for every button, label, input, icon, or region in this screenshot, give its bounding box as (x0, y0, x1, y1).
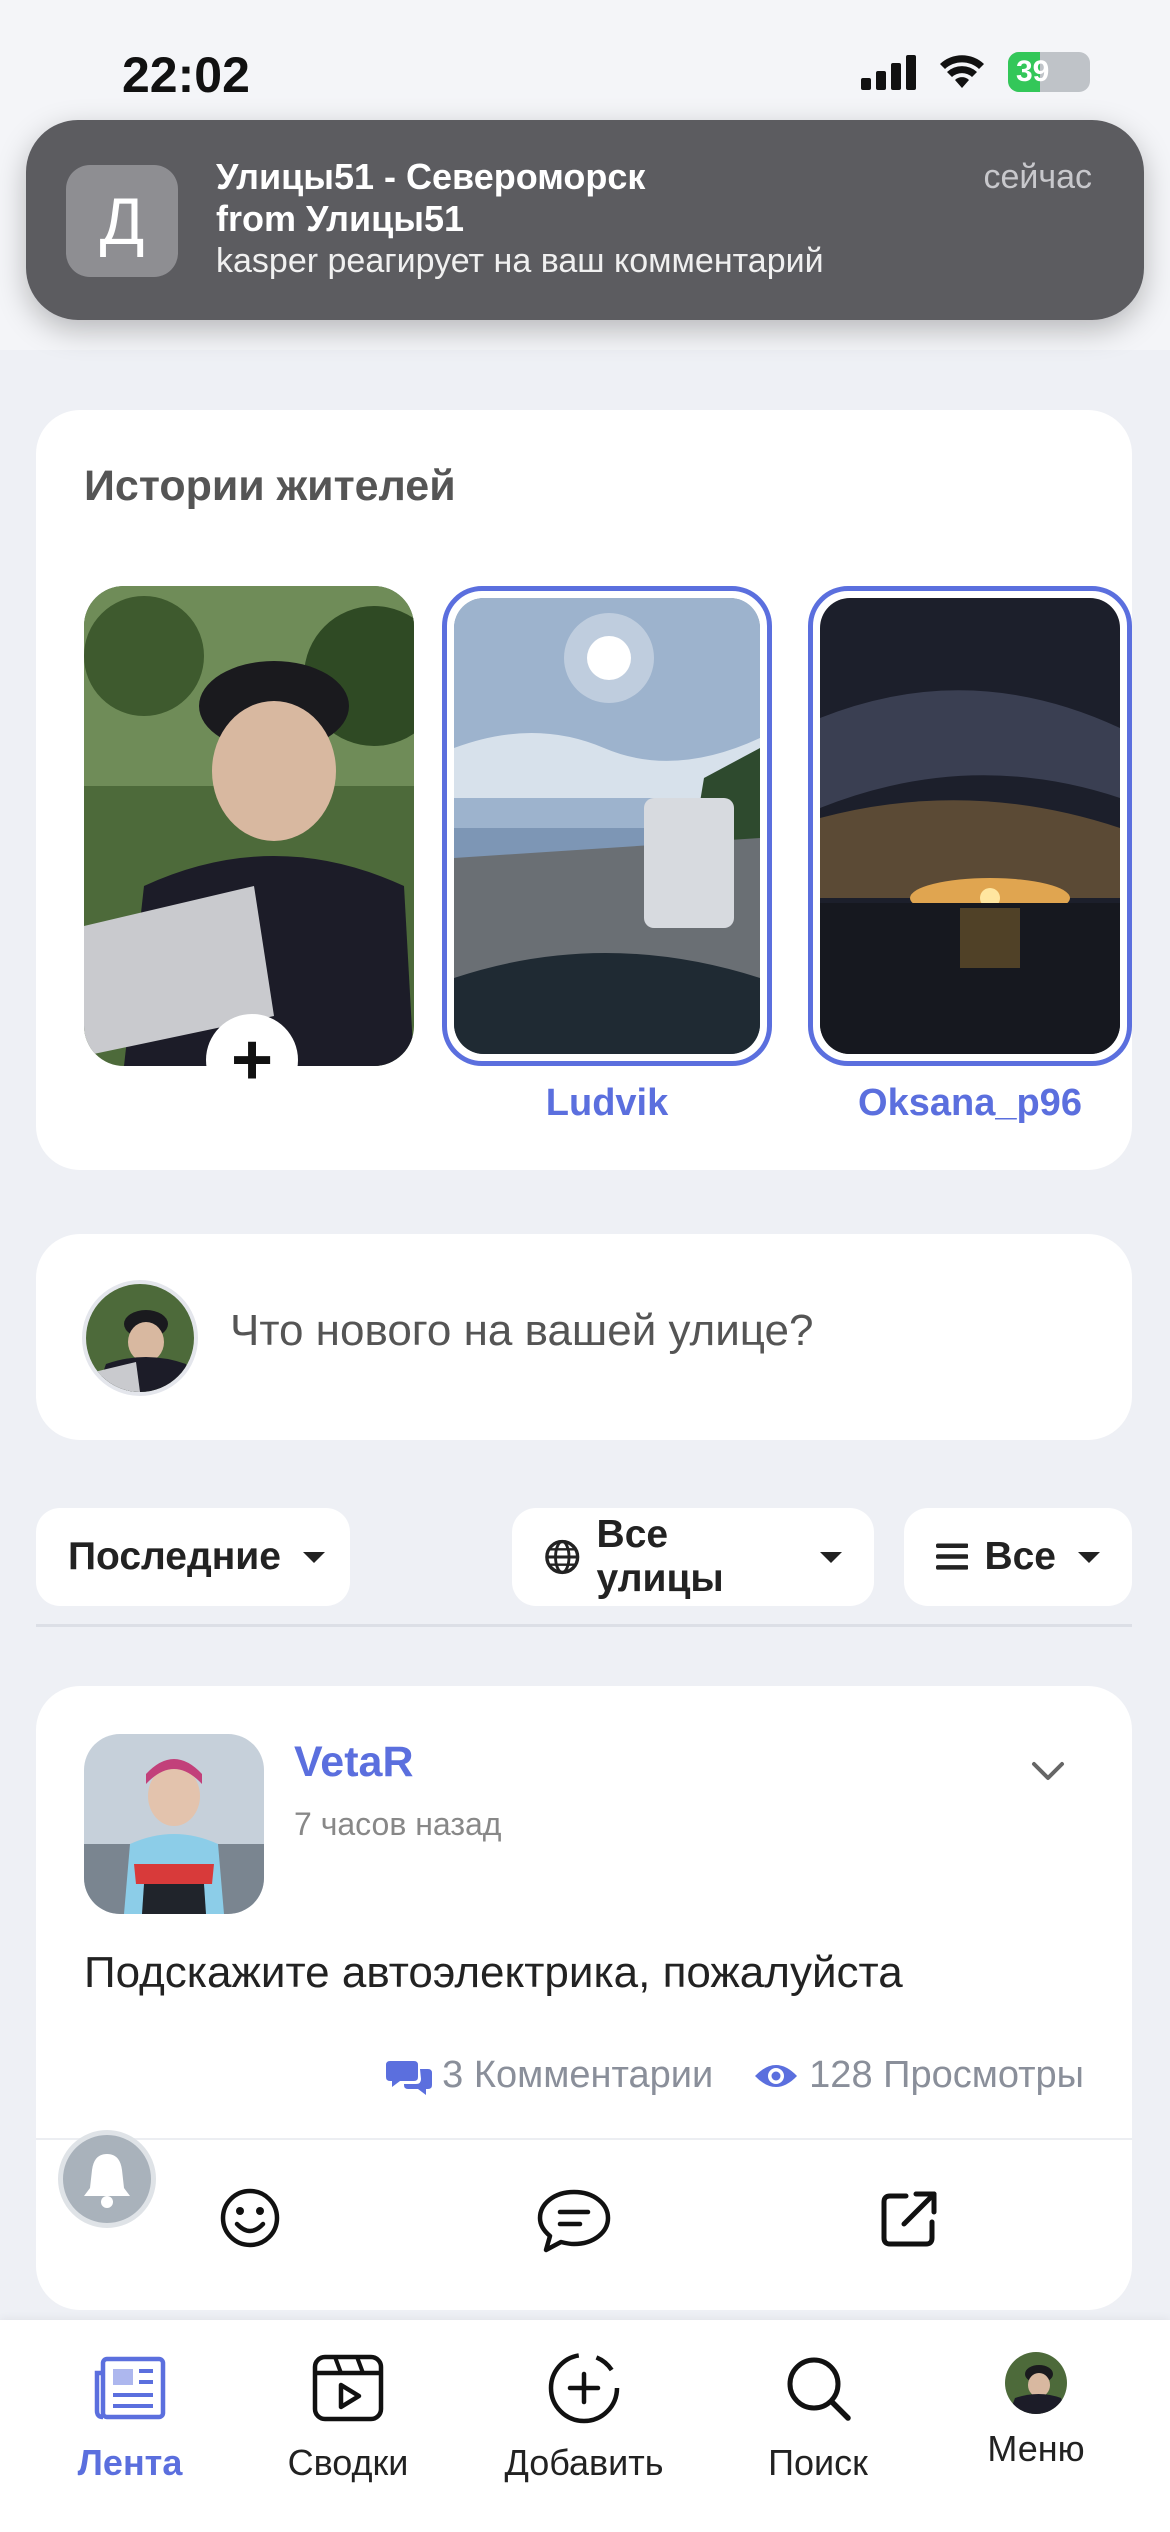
reaction-smile-icon[interactable] (218, 2186, 282, 2250)
search-icon (778, 2348, 858, 2428)
globe-icon (545, 1539, 580, 1575)
composer-placeholder[interactable]: Что нового на вашей улице? (230, 1306, 813, 1356)
post-author-avatar[interactable] (84, 1734, 264, 1914)
tab-search-label: Поиск (768, 2442, 868, 2483)
story-ludvik[interactable] (442, 586, 772, 1066)
post-stats: 3 Комментарии 128 Просмотры (386, 2054, 1084, 2097)
floating-notifications-button[interactable] (58, 2130, 156, 2228)
share-icon[interactable] (878, 2186, 942, 2250)
type-filter-dropdown[interactable]: Все (904, 1508, 1132, 1606)
bell-icon (84, 2154, 130, 2208)
sort-filter-dropdown[interactable]: Последние (36, 1508, 350, 1606)
post-timestamp: 7 часов назад (294, 1806, 502, 1842)
notification-app-icon: Д (66, 165, 178, 277)
add-circle-icon (544, 2348, 624, 2428)
tab-search[interactable]: Поиск (718, 2348, 918, 2484)
type-filter-label: Все (984, 1535, 1056, 1578)
own-story-photo[interactable] (84, 586, 414, 1066)
stories-card: Истории жителей + Ludvik Oksana_p96 (36, 410, 1132, 1170)
post-actions-divider (36, 2138, 1132, 2140)
newspaper-icon (90, 2348, 170, 2428)
add-story-button[interactable]: + (206, 1014, 298, 1106)
tab-menu[interactable]: Меню (936, 2340, 1136, 2470)
notification-time: сейчас (983, 158, 1092, 196)
cellular-signal-icon (861, 54, 916, 90)
caret-down-icon (1078, 1551, 1100, 1563)
menu-avatar (1005, 2352, 1067, 2414)
list-icon (936, 1543, 969, 1570)
bottom-tab-bar: Лента Сводки Добавить Поиск Меню (0, 2320, 1170, 2532)
video-clip-icon (308, 2348, 388, 2428)
story-photo-ludvik (454, 598, 760, 1054)
comments-icon (386, 2060, 433, 2095)
tab-feed-label: Лента (77, 2442, 183, 2483)
user-avatar (82, 1280, 198, 1396)
streets-filter-label: Все улицы (596, 1513, 724, 1600)
chevron-down-icon[interactable] (1028, 1752, 1068, 1792)
views-count: 128 Просмотры (753, 2054, 1084, 2097)
tab-summaries[interactable]: Сводки (248, 2348, 448, 2484)
story-name-ludvik[interactable]: Ludvik (442, 1082, 772, 1125)
notification-subtitle: from Улицы51 (216, 198, 465, 239)
story-oksana[interactable] (808, 586, 1132, 1066)
push-notification[interactable]: Д Улицы51 - Североморск from Улицы51 kas… (26, 120, 1144, 320)
post-composer[interactable]: Что нового на вашей улице? (36, 1234, 1132, 1440)
story-photo-oksana (820, 598, 1120, 1054)
comments-label: 3 Комментарии (442, 2054, 714, 2096)
comments-count[interactable]: 3 Комментарии (386, 2054, 713, 2097)
status-time: 22:02 (122, 47, 250, 103)
tab-add[interactable]: Добавить (484, 2348, 684, 2484)
wifi-icon (940, 55, 984, 88)
streets-filter-dropdown[interactable]: Все улицы (512, 1508, 874, 1606)
caret-down-icon (820, 1551, 842, 1563)
feed-post: VetaR 7 часов назад Подскажите автоэлект… (36, 1686, 1132, 2310)
sort-filter-label: Последние (68, 1535, 281, 1578)
notification-title: Улицы51 - Североморск (216, 156, 646, 197)
stories-title: Истории жителей (84, 462, 456, 510)
story-photo-own (84, 586, 414, 1066)
notification-body: kasper реагирует на ваш комментарий (216, 242, 824, 280)
comment-icon[interactable] (536, 2186, 612, 2256)
battery-icon: 39 (1008, 52, 1090, 92)
tab-menu-label: Меню (987, 2428, 1085, 2469)
views-label: 128 Просмотры (809, 2054, 1084, 2096)
post-author-name[interactable]: VetaR (294, 1738, 414, 1787)
tab-add-label: Добавить (504, 2442, 664, 2483)
status-icons: 39 (861, 52, 1090, 92)
story-name-oksana[interactable]: Oksana_p96 (808, 1082, 1132, 1125)
eye-icon (755, 2064, 798, 2087)
post-text: Подскажите автоэлектрика, пожалуйста (84, 1948, 903, 1997)
tab-feed[interactable]: Лента (30, 2348, 230, 2484)
battery-percent: 39 (1016, 55, 1050, 88)
tab-summaries-label: Сводки (287, 2442, 409, 2483)
caret-down-icon (302, 1551, 325, 1563)
feed-divider (36, 1624, 1132, 1627)
